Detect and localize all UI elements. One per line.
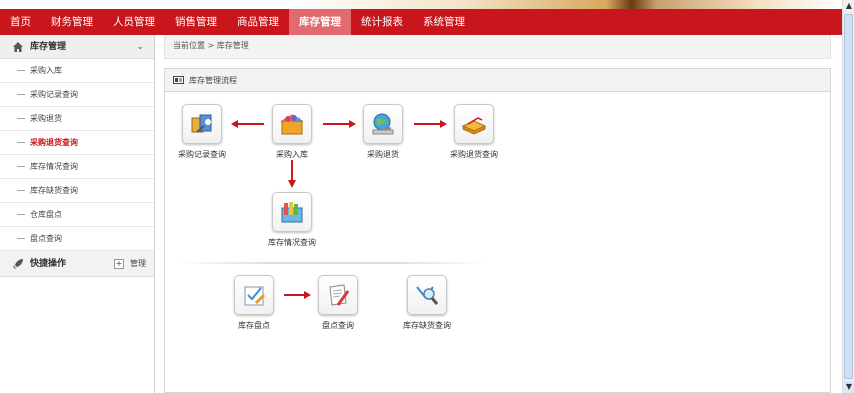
nav-item-2[interactable]: 人员管理 <box>103 9 165 35</box>
book-icon <box>454 104 494 144</box>
chevron-down-icon[interactable]: ⌄ <box>136 35 144 59</box>
sidebar-item-2[interactable]: 采购退货 <box>0 107 154 131</box>
purchase-in-icon <box>272 104 312 144</box>
sidebar: 库存管理 ⌄ 采购入库 采购记录查询 采购退货 采购退货查询 库存情况查询 库存缺货查询仓… <box>0 35 155 393</box>
scroll-thumb[interactable] <box>844 14 853 379</box>
nav-item-0[interactable]: 首页 <box>0 9 41 35</box>
purchase-in-node[interactable]: 采购入库 <box>252 104 332 160</box>
sidebar-item-0[interactable]: 采购入库 <box>0 59 154 83</box>
quick-actions-header[interactable]: 快捷操作 + 管理 <box>0 251 154 277</box>
plus-icon: + <box>114 259 124 269</box>
inventory-check-node[interactable]: 库存盘点 <box>214 275 294 331</box>
sidebar-item-5[interactable]: 库存缺货查询 <box>0 179 154 203</box>
nav-item-5[interactable]: 库存管理 <box>289 9 351 35</box>
purchase-return-node[interactable]: 采购退货 <box>343 104 423 160</box>
nav-item-6[interactable]: 统计报表 <box>351 9 413 35</box>
sidebar-item-6[interactable]: 仓库盘点 <box>0 203 154 227</box>
checklist-icon <box>234 275 274 315</box>
nav-item-4[interactable]: 商品管理 <box>227 9 289 35</box>
sidebar-section-title: 库存管理 <box>30 41 67 52</box>
panel-header: 库存管理流程 <box>165 69 830 92</box>
home-icon <box>12 41 25 53</box>
node-label: 采购入库 <box>276 150 308 159</box>
purchase-record-icon <box>182 104 222 144</box>
check-query-node[interactable]: 盘点查询 <box>298 275 378 331</box>
node-label: 库存情况查询 <box>268 238 316 247</box>
panel-title: 库存管理流程 <box>189 75 237 85</box>
node-label: 采购记录查询 <box>178 150 226 159</box>
globe-icon <box>363 104 403 144</box>
nav-item-3[interactable]: 销售管理 <box>165 9 227 35</box>
top-banner-strip <box>0 0 842 9</box>
workflow-panel: 库存管理流程 采购记录查询 采购入库 采购退货 采购退货查询 库存情况查询 库存… <box>164 68 831 393</box>
scroll-up-icon[interactable]: ▲ <box>843 0 854 12</box>
top-nav: 首页 财务管理 人员管理 销售管理 商品管理 库存管理 统计报表 系统管理 <box>0 9 842 35</box>
books-icon <box>272 192 312 232</box>
node-label: 采购退货 <box>367 150 399 159</box>
arrow-down-icon <box>288 160 296 188</box>
sidebar-section-header[interactable]: 库存管理 ⌄ <box>0 35 154 59</box>
notebook-icon <box>318 275 358 315</box>
sidebar-item-1[interactable]: 采购记录查询 <box>0 83 154 107</box>
purchase-return-query-node[interactable]: 采购退货查询 <box>434 104 514 160</box>
breadcrumb: 当前位置 > 库存管理 <box>164 35 831 59</box>
quick-actions-title: 快捷操作 <box>30 258 67 269</box>
purchase-record-query-node[interactable]: 采购记录查询 <box>162 104 242 160</box>
node-label: 库存缺货查询 <box>403 321 451 330</box>
stock-query-node[interactable]: 库存情况查询 <box>252 192 332 248</box>
sidebar-item-3[interactable]: 采购退货查询 <box>0 131 154 155</box>
manage-button[interactable]: + 管理 <box>114 251 146 277</box>
node-label: 采购退货查询 <box>450 150 498 159</box>
scroll-down-icon[interactable]: ▼ <box>843 381 854 393</box>
node-label: 盘点查询 <box>322 321 354 330</box>
rocket-icon <box>12 258 25 270</box>
manage-label: 管理 <box>130 259 146 268</box>
nav-item-7[interactable]: 系统管理 <box>413 9 475 35</box>
shortage-query-node[interactable]: 库存缺货查询 <box>387 275 467 331</box>
nav-item-1[interactable]: 财务管理 <box>41 9 103 35</box>
magnifier-icon <box>407 275 447 315</box>
sidebar-menu: 采购入库 采购记录查询 采购退货 采购退货查询 库存情况查询 库存缺货查询 仓库盘点 盘点查询 <box>0 59 154 251</box>
vertical-scrollbar[interactable]: ▲ ▼ <box>842 0 854 393</box>
card-icon <box>173 76 184 84</box>
section-divider <box>177 262 487 264</box>
node-label: 库存盘点 <box>238 321 270 330</box>
sidebar-item-4[interactable]: 库存情况查询 <box>0 155 154 179</box>
sidebar-item-7[interactable]: 盘点查询 <box>0 227 154 251</box>
